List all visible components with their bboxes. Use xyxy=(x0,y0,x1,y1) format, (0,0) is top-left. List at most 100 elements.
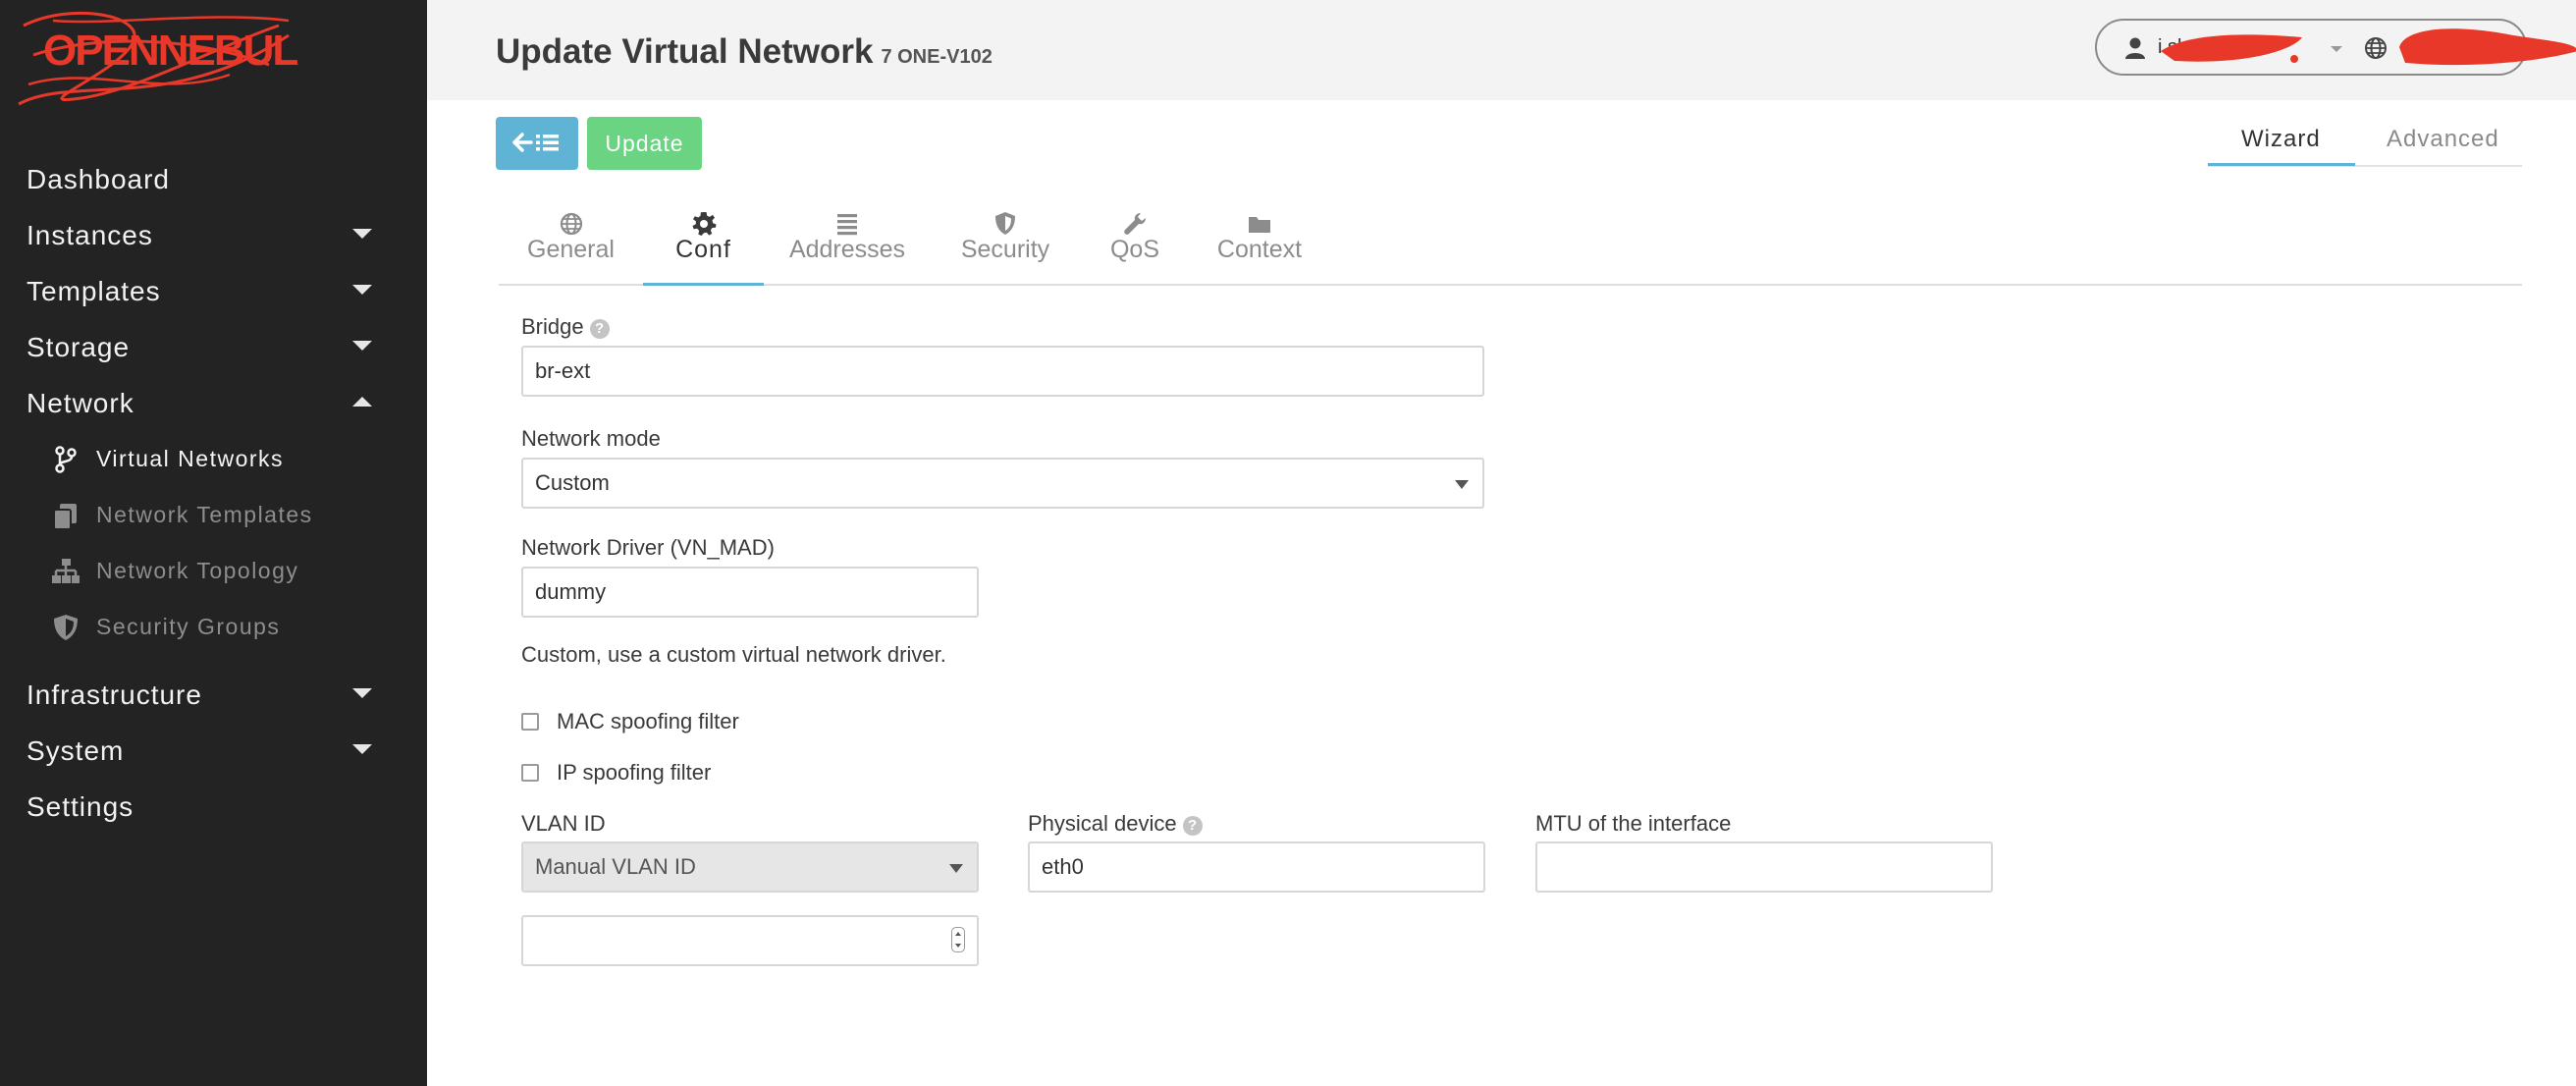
tab-wizard[interactable]: Wizard xyxy=(2241,126,2321,153)
tab-addresses[interactable]: Addresses xyxy=(764,200,931,286)
bridge-label-text: Bridge xyxy=(521,314,584,339)
ip-spoofing-checkbox[interactable] xyxy=(521,764,539,782)
sidebar-item-storage[interactable]: Storage xyxy=(0,319,427,375)
ip-spoofing-row[interactable]: IP spoofing filter xyxy=(521,760,711,786)
sidebar-item-infrastructure[interactable]: Infrastructure xyxy=(0,667,427,723)
sidebar-nav: Dashboard Instances Templates Storage Ne… xyxy=(0,151,427,835)
driver-note: Custom, use a custom virtual network dri… xyxy=(521,642,946,667)
sidebar: OPENNEBULA Dashboard Instances Templates… xyxy=(0,0,427,1086)
shield-icon xyxy=(54,615,78,640)
phydev-label-text: Physical device xyxy=(1028,811,1177,836)
tab-label: Context xyxy=(1216,236,1303,263)
user-icon xyxy=(2125,37,2145,59)
mode-tabs: Wizard Advanced xyxy=(2208,116,2522,167)
mtu-label: MTU of the interface xyxy=(1535,811,1732,836)
sidebar-subitem-label: Virtual Networks xyxy=(96,446,285,471)
caret-down-icon xyxy=(2331,46,2342,52)
tab-label: General xyxy=(527,236,615,263)
help-icon[interactable]: ? xyxy=(1182,816,1203,836)
shield-icon xyxy=(995,212,1015,235)
tab-general[interactable]: General xyxy=(499,200,643,286)
number-spinner-icon[interactable] xyxy=(951,927,965,952)
update-button[interactable]: Update xyxy=(587,117,702,170)
sidebar-item-label: Infrastructure xyxy=(27,679,202,710)
sidebar-subitem-network-topology[interactable]: Network Topology xyxy=(0,543,427,599)
caret-down-icon xyxy=(352,285,372,295)
vlan-mode-select[interactable]: Manual VLAN ID xyxy=(521,842,979,893)
active-tab-indicator xyxy=(2208,163,2355,166)
redaction-mark xyxy=(2161,34,2302,63)
globe-icon xyxy=(560,212,582,236)
sidebar-item-label: Network xyxy=(27,387,134,418)
vlan-mode-value: Manual VLAN ID xyxy=(535,854,696,879)
page-title: Update Virtual Network 7 ONE-V102 xyxy=(496,32,993,72)
mac-spoofing-checkbox[interactable] xyxy=(521,713,539,731)
sidebar-item-dashboard[interactable]: Dashboard xyxy=(0,151,427,207)
sidebar-subitem-label: Network Templates xyxy=(96,502,313,527)
sidebar-item-label: Dashboard xyxy=(27,163,170,194)
sidebar-item-label: Storage xyxy=(27,331,131,362)
mac-spoofing-row[interactable]: MAC spoofing filter xyxy=(521,709,739,734)
sidebar-subitem-security-groups[interactable]: Security Groups xyxy=(0,599,427,655)
caret-down-icon xyxy=(352,341,372,351)
tab-qos[interactable]: QoS xyxy=(1080,200,1190,286)
sidebar-item-label: System xyxy=(27,734,125,766)
sidebar-item-instances[interactable]: Instances xyxy=(0,207,427,263)
bridge-input[interactable] xyxy=(521,346,1484,397)
back-to-list-button[interactable] xyxy=(496,117,578,170)
phydev-label: Physical device? xyxy=(1028,811,1203,837)
caret-up-icon xyxy=(352,397,372,407)
sidebar-item-settings[interactable]: Settings xyxy=(0,779,427,835)
caret-down-icon xyxy=(352,688,372,698)
vlan-label: VLAN ID xyxy=(521,811,606,836)
sidebar-item-label: Settings xyxy=(27,790,134,822)
sidebar-item-templates[interactable]: Templates xyxy=(0,263,427,319)
wrench-icon xyxy=(1124,213,1146,235)
tab-security[interactable]: Security xyxy=(931,200,1080,286)
tab-label: Addresses xyxy=(788,236,906,263)
page-title-text: Update Virtual Network xyxy=(496,32,874,71)
logo[interactable]: OPENNEBULA xyxy=(14,6,298,114)
folder-icon xyxy=(1249,217,1270,233)
caret-down-icon xyxy=(1455,480,1469,489)
sidebar-item-label: Instances xyxy=(27,219,153,250)
mtu-input[interactable] xyxy=(1535,842,1993,893)
sidebar-subitem-network-templates[interactable]: Network Templates xyxy=(0,487,427,543)
bridge-label: Bridge? xyxy=(521,314,610,340)
sidebar-item-label: Templates xyxy=(27,275,161,306)
copy-icon xyxy=(53,504,77,530)
caret-down-icon xyxy=(352,229,372,239)
sidebar-item-network[interactable]: Network xyxy=(0,375,427,431)
driver-input[interactable] xyxy=(521,567,979,618)
tab-conf[interactable]: Conf xyxy=(643,200,764,286)
network-mode-select[interactable]: Custom xyxy=(521,458,1484,509)
sitemap-icon xyxy=(52,559,80,583)
top-header: Update Virtual Network7 ONE-V102 i sl .. xyxy=(427,0,2576,100)
tab-label: QoS xyxy=(1109,236,1160,263)
caret-down-icon xyxy=(352,744,372,754)
tab-advanced[interactable]: Advanced xyxy=(2387,126,2499,153)
list-icon xyxy=(837,214,857,236)
vlan-id-input[interactable] xyxy=(521,915,979,966)
caret-down-icon xyxy=(949,864,963,873)
ip-spoofing-label: IP spoofing filter xyxy=(557,760,712,785)
help-icon[interactable]: ? xyxy=(589,319,610,339)
network-mode-value: Custom xyxy=(535,470,610,495)
vlan-id-field xyxy=(521,915,979,966)
sidebar-subitem-virtual-networks[interactable]: Virtual Networks xyxy=(0,431,427,487)
globe-icon[interactable] xyxy=(2364,36,2388,60)
physical-device-input[interactable] xyxy=(1028,842,1485,893)
tab-context[interactable]: Context xyxy=(1190,200,1329,286)
driver-label: Network Driver (VN_MAD) xyxy=(521,535,775,560)
arrow-left-list-icon xyxy=(512,132,559,152)
network-mode-label: Network mode xyxy=(521,426,661,451)
tab-label: Security xyxy=(960,236,1050,263)
code-fork-icon xyxy=(55,446,77,473)
sidebar-subitem-label: Network Topology xyxy=(96,558,299,583)
redaction-mark xyxy=(2399,28,2576,66)
active-tab-indicator xyxy=(643,283,764,286)
section-tabs: General Conf Addresses Security QoS Cont… xyxy=(499,200,2522,286)
sidebar-item-system[interactable]: System xyxy=(0,723,427,779)
gear-icon xyxy=(692,212,716,236)
sidebar-subitem-label: Security Groups xyxy=(96,614,281,639)
